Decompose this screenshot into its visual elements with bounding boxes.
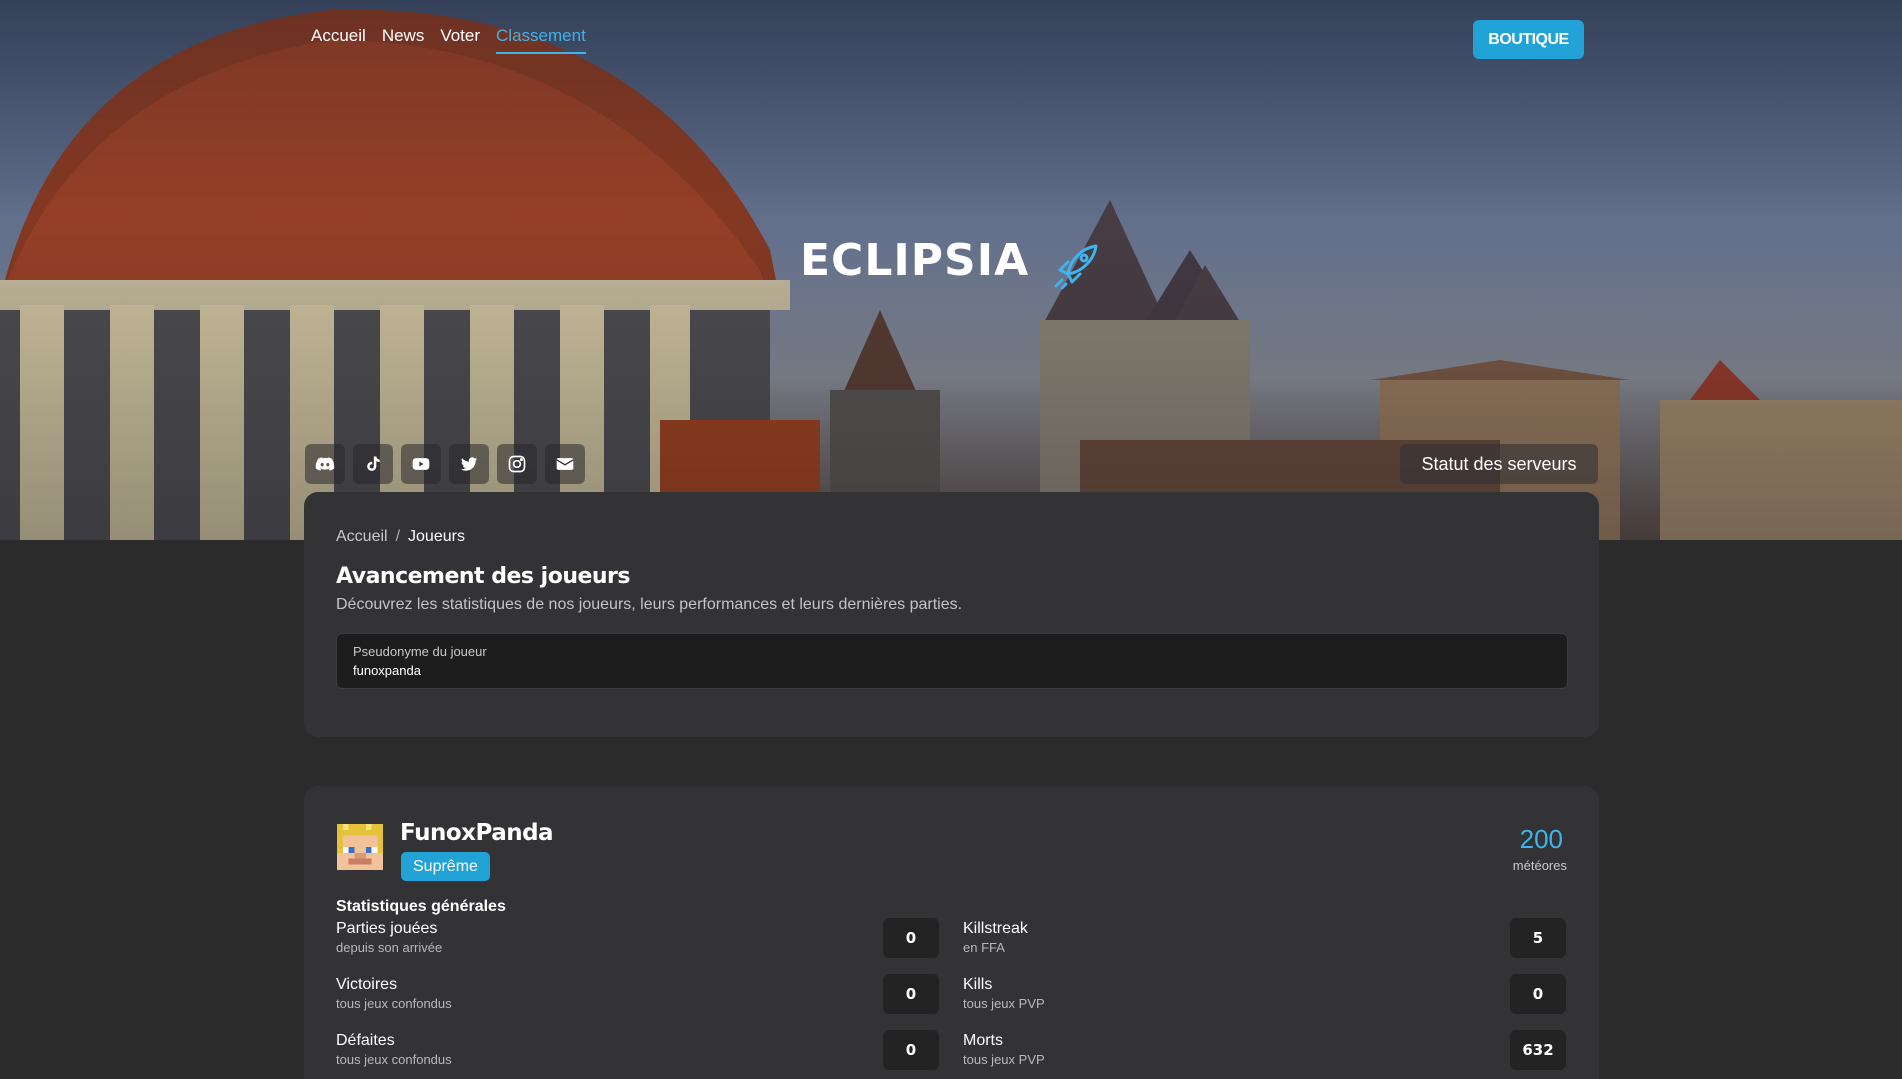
meteors-label: météores (1512, 858, 1567, 873)
breadcrumb-current: Joueurs (408, 528, 465, 545)
stat-kills: Kills tous jeux PVP 0 (963, 974, 1566, 1018)
stat-value: 0 (883, 1030, 939, 1070)
stat-name: Défaites (336, 1032, 395, 1049)
stat-subtitle: tous jeux PVP (963, 996, 1045, 1011)
stat-name: Morts (963, 1032, 1003, 1049)
rank-badge: Suprême (401, 852, 490, 881)
page-description: Découvrez les statistiques de nos joueur… (336, 596, 963, 613)
nav-classement[interactable]: Classement (496, 26, 586, 54)
nav-accueil[interactable]: Accueil (311, 26, 366, 54)
instagram-icon[interactable] (497, 444, 537, 484)
stat-name: Victoires (336, 976, 398, 993)
stat-value: 0 (1510, 974, 1566, 1014)
stat-value: 5 (1510, 918, 1566, 958)
stat-killstreak: Killstreak en FFA 5 (963, 918, 1566, 962)
nav-news[interactable]: News (382, 26, 425, 54)
stat-value: 0 (883, 918, 939, 958)
player-search-input[interactable] (353, 663, 953, 678)
breadcrumb: Accueil / Joueurs (336, 528, 465, 546)
social-links (305, 444, 585, 484)
shop-button[interactable]: BOUTIQUE (1473, 20, 1584, 59)
player-search-field[interactable]: Pseudonyme du joueur (336, 633, 1568, 689)
stat-subtitle: tous jeux PVP (963, 1052, 1045, 1067)
stat-name: Killstreak (963, 920, 1028, 937)
nav-voter[interactable]: Voter (440, 26, 480, 54)
search-label: Pseudonyme du joueur (353, 644, 487, 659)
player-avatar (337, 824, 383, 870)
stat-value: 0 (883, 974, 939, 1014)
stat-parties-jouees: Parties jouées depuis son arrivée 0 (336, 918, 939, 962)
players-search-card: Accueil / Joueurs Avancement des joueurs D… (304, 492, 1599, 737)
youtube-icon[interactable] (401, 444, 441, 484)
stat-name: Parties jouées (336, 920, 438, 937)
stat-name: Kills (963, 976, 993, 993)
general-stats-title: Statistiques générales (336, 898, 506, 915)
stat-morts: Morts tous jeux PVP 632 (963, 1030, 1566, 1074)
server-status-button[interactable]: Statut des serveurs (1400, 444, 1598, 484)
stat-value: 632 (1510, 1030, 1566, 1070)
tiktok-icon[interactable] (353, 444, 393, 484)
brand-title: ECLIPSIA (800, 235, 1030, 286)
discord-icon[interactable] (305, 444, 345, 484)
mail-icon[interactable] (545, 444, 585, 484)
stat-subtitle: tous jeux confondus (336, 1052, 452, 1067)
stat-defaites: Défaites tous jeux confondus 0 (336, 1030, 939, 1074)
stat-subtitle: depuis son arrivée (336, 940, 443, 955)
page-title: Avancement des joueurs (336, 564, 631, 589)
player-stats-card: FunoxPanda Suprême 200 météores Statisti… (304, 786, 1599, 1079)
stat-subtitle: en FFA (963, 940, 1005, 955)
rocket-icon (1054, 244, 1098, 290)
meteors-count: 200 (1519, 824, 1563, 854)
stat-subtitle: tous jeux confondus (336, 996, 452, 1011)
main-nav: Accueil News Voter Classement (311, 26, 586, 54)
twitter-icon[interactable] (449, 444, 489, 484)
breadcrumb-home[interactable]: Accueil (336, 528, 388, 545)
breadcrumb-separator: / (395, 528, 401, 545)
stat-victoires: Victoires tous jeux confondus 0 (336, 974, 939, 1018)
player-name: FunoxPanda (400, 820, 554, 846)
